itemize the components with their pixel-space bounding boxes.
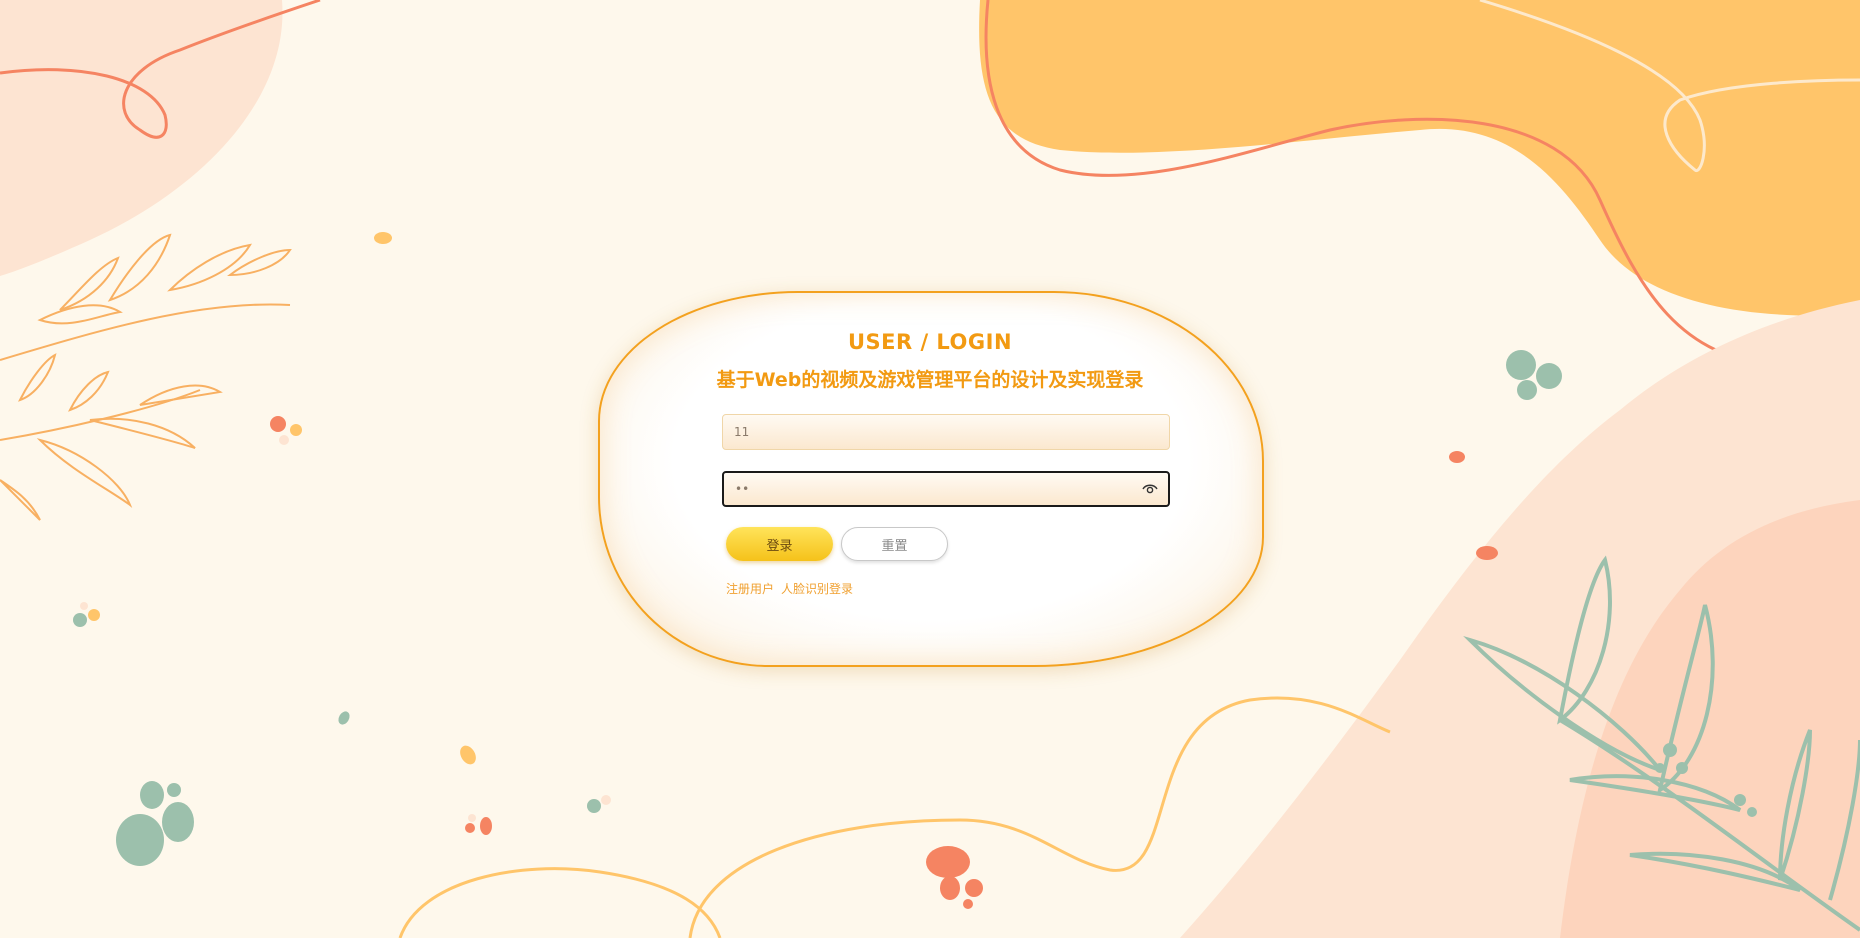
register-link[interactable]: 注册用户 (726, 580, 774, 597)
username-value: 11 (734, 425, 750, 439)
login-title: USER / LOGIN (847, 330, 1013, 354)
face-login-link[interactable]: 人脸识别登录 (781, 580, 853, 597)
reset-button[interactable]: 重置 (841, 527, 948, 561)
username-input[interactable]: 11 (722, 414, 1170, 450)
platform-title: 基于Web的视频及游戏管理平台的设计及实现登录 (716, 369, 1144, 391)
password-input[interactable]: •• (722, 471, 1170, 507)
login-button[interactable]: 登录 (726, 527, 833, 561)
eye-icon[interactable] (1142, 483, 1158, 495)
password-value: •• (735, 482, 750, 496)
